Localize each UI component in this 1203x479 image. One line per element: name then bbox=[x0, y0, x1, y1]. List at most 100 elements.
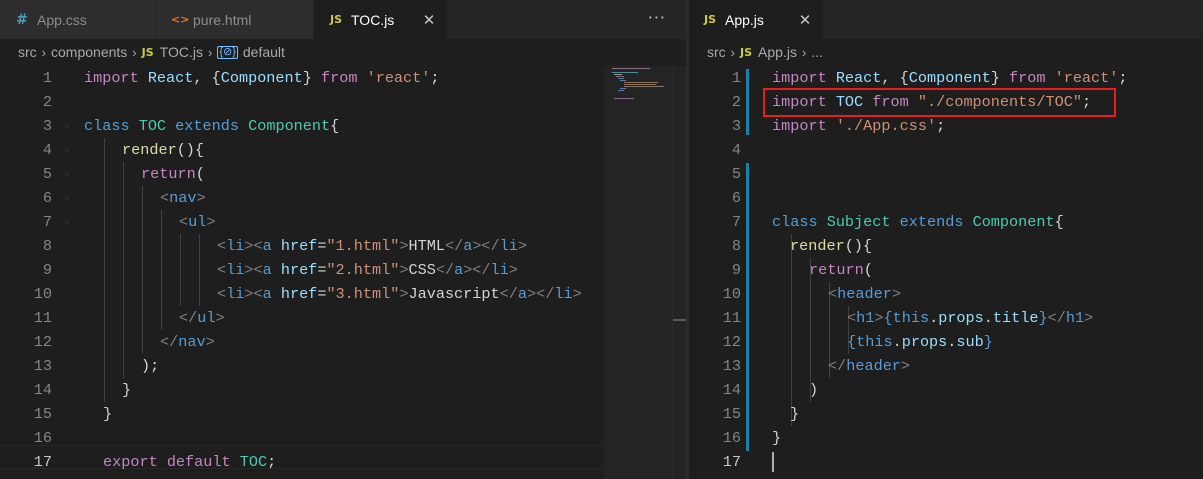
code-line: </header> bbox=[828, 357, 911, 375]
highlight-annotation-box bbox=[763, 88, 1116, 117]
line-number: 13 bbox=[33, 357, 52, 375]
close-icon[interactable]: ✕ bbox=[421, 11, 437, 29]
line-number: 1 bbox=[42, 69, 52, 87]
breadcrumb-file[interactable]: TOC.js bbox=[160, 44, 203, 60]
code-line: <ul> bbox=[179, 213, 216, 231]
line-number: 2 bbox=[42, 93, 52, 111]
line-number: 14 bbox=[722, 381, 741, 399]
tab-app-css[interactable]: # App.css bbox=[0, 0, 156, 39]
line-number: 15 bbox=[722, 405, 741, 423]
line-number: 5 bbox=[731, 165, 741, 183]
chevron-right-icon: › bbox=[801, 44, 807, 60]
code-line: </ul> bbox=[179, 309, 225, 327]
breadcrumb-src[interactable]: src bbox=[18, 44, 37, 60]
fold-chevron-icon[interactable]: ⌄ bbox=[64, 138, 70, 162]
code-line: <nav> bbox=[160, 189, 206, 207]
line-number: 9 bbox=[731, 261, 741, 279]
minimap-line bbox=[624, 86, 664, 87]
code-editor[interactable]: 1 import React, {Component} from 'react';… bbox=[0, 66, 686, 479]
code-line: render(){ bbox=[790, 237, 873, 255]
minimap-line bbox=[618, 90, 624, 91]
breadcrumb-components[interactable]: components bbox=[51, 44, 127, 60]
chevron-right-icon: › bbox=[132, 44, 137, 60]
line-number: 12 bbox=[33, 333, 52, 351]
minimap-line bbox=[614, 74, 622, 75]
tab-pure-html[interactable]: <> pure.html bbox=[156, 0, 314, 39]
minimap-line bbox=[620, 88, 626, 89]
tab-toc-js[interactable]: JS TOC.js ✕ bbox=[314, 0, 448, 39]
code-line: } bbox=[772, 429, 782, 447]
line-number: 9 bbox=[42, 261, 52, 279]
left-tab-bar: # App.css <> pure.html JS TOC.js ✕ ··· bbox=[0, 0, 686, 39]
js-file-icon: JS bbox=[329, 13, 342, 26]
minimap-line bbox=[624, 82, 658, 83]
js-file-icon: JS bbox=[740, 45, 753, 59]
code-line: {this.props.sub} bbox=[847, 333, 993, 351]
fold-chevron-icon[interactable]: ⌄ bbox=[64, 186, 70, 210]
scroll-cursor-marker bbox=[673, 319, 686, 321]
breadcrumb: src › JS App.js › ... bbox=[689, 39, 1203, 65]
code-line: ); bbox=[141, 357, 160, 375]
chevron-right-icon: › bbox=[207, 44, 213, 60]
js-file-icon: JS bbox=[141, 45, 154, 59]
line-number: 8 bbox=[42, 237, 52, 255]
line-number: 10 bbox=[33, 285, 52, 303]
code-line: class Subject extends Component{ bbox=[772, 213, 1064, 231]
code-line: </nav> bbox=[160, 333, 215, 351]
line-number: 15 bbox=[33, 405, 52, 423]
code-line: <li><a href="2.html">CSS</a></li> bbox=[217, 261, 518, 279]
minimap-line bbox=[618, 78, 624, 79]
symbol-icon: {⊘} bbox=[217, 45, 238, 59]
line-number: 4 bbox=[42, 141, 52, 159]
vertical-scrollbar[interactable] bbox=[672, 66, 686, 479]
code-line: import React, {Component} from 'react'; bbox=[772, 69, 1128, 87]
fold-chevron-icon[interactable]: ⌄ bbox=[64, 114, 70, 138]
line-number: 8 bbox=[731, 237, 741, 255]
css-file-icon: # bbox=[16, 11, 28, 28]
code-line: import './App.css'; bbox=[772, 117, 946, 135]
code-line: <li><a href="3.html">Javascript</a></li> bbox=[217, 285, 582, 303]
line-number: 3 bbox=[731, 117, 741, 135]
line-number: 16 bbox=[33, 429, 52, 447]
line-number: 4 bbox=[731, 141, 741, 159]
code-line: <header> bbox=[828, 285, 901, 303]
close-icon[interactable]: ✕ bbox=[797, 11, 813, 29]
line-number: 16 bbox=[722, 429, 741, 447]
text-cursor bbox=[772, 452, 774, 472]
tab-label: pure.html bbox=[193, 11, 252, 28]
line-number: 6 bbox=[731, 189, 741, 207]
fold-chevron-icon[interactable]: ⌄ bbox=[64, 210, 70, 234]
breadcrumb-symbol[interactable]: default bbox=[243, 44, 285, 60]
html-file-icon: <> bbox=[171, 13, 190, 26]
breadcrumb-more[interactable]: ... bbox=[811, 44, 823, 60]
code-line: } bbox=[790, 405, 800, 423]
line-number: 12 bbox=[722, 333, 741, 351]
tab-app-js[interactable]: JS App.js ✕ bbox=[689, 0, 824, 39]
line-number: 17 bbox=[722, 453, 741, 471]
tab-label: App.js bbox=[725, 11, 764, 28]
line-number: 14 bbox=[33, 381, 52, 399]
line-number: 13 bbox=[722, 357, 741, 375]
breadcrumb-src[interactable]: src bbox=[707, 44, 726, 60]
code-line: render(){ bbox=[122, 141, 205, 159]
code-line: return( bbox=[141, 165, 205, 183]
minimap-line bbox=[620, 80, 626, 81]
left-editor-group: # App.css <> pure.html JS TOC.js ✕ ··· s… bbox=[0, 0, 686, 479]
line-number: 3 bbox=[42, 117, 52, 135]
code-line: return( bbox=[809, 261, 873, 279]
fold-chevron-icon[interactable]: ⌄ bbox=[64, 162, 70, 186]
line-number: 17 bbox=[33, 453, 52, 471]
breadcrumb-file[interactable]: App.js bbox=[758, 44, 797, 60]
code-line: export default TOC; bbox=[103, 453, 277, 471]
right-tab-bar: JS App.js ✕ bbox=[689, 0, 1203, 39]
code-editor[interactable]: 1 import React, {Component} from 'react';… bbox=[689, 66, 1203, 479]
line-number: 6 bbox=[42, 189, 52, 207]
more-actions-icon[interactable]: ··· bbox=[648, 0, 666, 39]
line-number: 11 bbox=[722, 309, 741, 327]
code-line: } bbox=[122, 381, 132, 399]
chevron-right-icon: › bbox=[41, 44, 47, 60]
line-number: 1 bbox=[731, 69, 741, 87]
line-number: 7 bbox=[731, 213, 741, 231]
code-line: class TOC extends Component{ bbox=[84, 117, 340, 135]
code-line: } bbox=[103, 405, 113, 423]
